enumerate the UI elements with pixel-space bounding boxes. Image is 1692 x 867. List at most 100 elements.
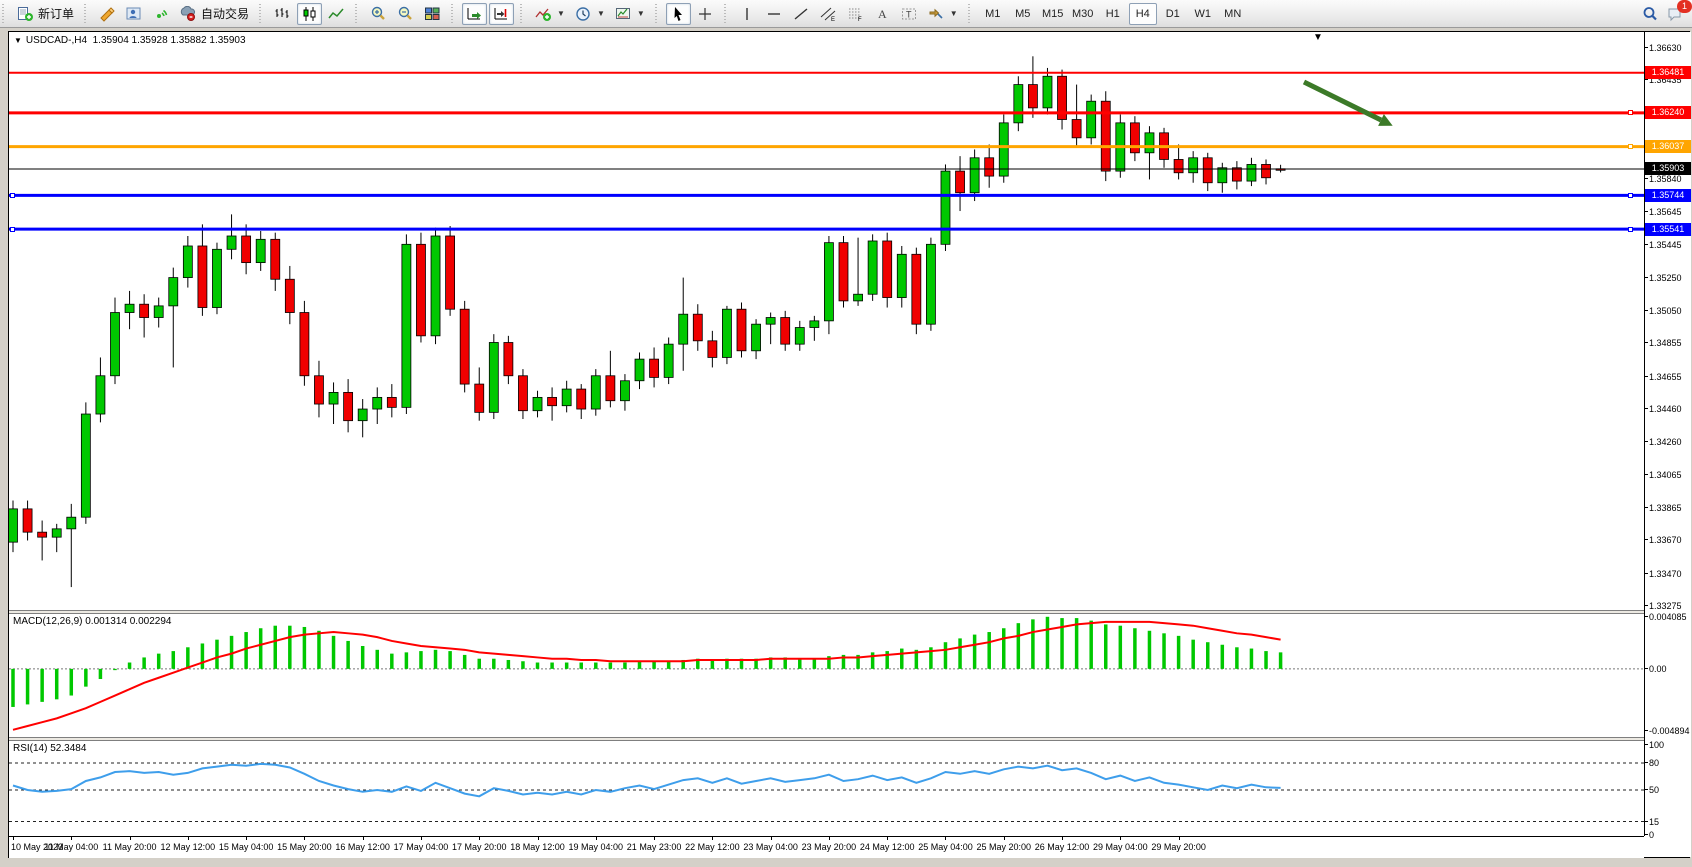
macd-panel[interactable]: MACD(12,26,9) 0.001314 0.002294 — [9, 614, 1644, 737]
notification-badge: 1 — [1677, 0, 1692, 13]
main-toolbar: 新订单 自动交易 ▼ ▼ ▼ E F AT ▼ M1M5M15M30H1H4D1W1MN 1 — [0, 0, 1692, 28]
timeframe-d1[interactable]: D1 — [1159, 3, 1187, 25]
price-line-label: 1.36037 — [1645, 140, 1691, 153]
timeframe-h1[interactable]: H1 — [1099, 3, 1127, 25]
autotrade-icon — [180, 6, 197, 22]
cursor-button[interactable] — [666, 3, 691, 25]
arrows-shapes-button[interactable]: ▼ — [924, 3, 962, 25]
horizontal-line-button[interactable] — [762, 3, 787, 25]
templates-button[interactable]: ▼ — [611, 3, 649, 25]
new-order-icon — [17, 6, 34, 22]
line-handle[interactable] — [10, 193, 15, 198]
price-tick: 1.34460 — [1649, 404, 1682, 414]
tile-windows-button[interactable] — [420, 3, 445, 25]
date-label: 26 May 12:00 — [1035, 842, 1090, 852]
zoom-in-button[interactable] — [366, 3, 391, 25]
candle-chart-button[interactable] — [297, 3, 322, 25]
price-line-label: 1.35903 — [1645, 162, 1691, 175]
new-order-button[interactable]: 新订单 — [13, 3, 78, 25]
dropdown-caret-icon[interactable]: ▼ — [950, 9, 958, 18]
auto-scroll-button[interactable] — [462, 3, 487, 25]
toolbar-grip — [520, 4, 525, 24]
dropdown-caret-icon[interactable]: ▼ — [597, 9, 605, 18]
timeframe-toolbar: M1M5M15M30H1H4D1W1MN — [975, 1, 1251, 27]
date-label: 17 May 04:00 — [394, 842, 449, 852]
auto-scroll-icon — [466, 6, 483, 22]
crosshair-button[interactable] — [693, 3, 718, 25]
date-label: 21 May 23:00 — [627, 842, 682, 852]
rsi-axis-tick: 0 — [1649, 830, 1654, 840]
text-tool-button[interactable]: A — [870, 3, 895, 25]
time-axis[interactable]: 10 May 202311 May 04:0011 May 20:0012 Ma… — [9, 836, 1644, 858]
periods-button[interactable]: ▼ — [571, 3, 609, 25]
line-handle[interactable] — [1628, 227, 1633, 232]
indicators-add-button[interactable]: ▼ — [531, 3, 569, 25]
price-axis[interactable]: 1.366301.364351.358401.356451.354451.352… — [1645, 32, 1691, 857]
timeframe-m15[interactable]: M15 — [1039, 3, 1067, 25]
timeframe-m1[interactable]: M1 — [979, 3, 1007, 25]
line-handle[interactable] — [1628, 110, 1633, 115]
chart-window[interactable]: ▼USDCAD-,H4 1.35904 1.35928 1.35882 1.35… — [8, 31, 1690, 858]
svg-text:F: F — [858, 17, 862, 22]
text-label-tool-button[interactable]: T — [897, 3, 922, 25]
timeframe-m30[interactable]: M30 — [1069, 3, 1097, 25]
zoom-in-icon — [370, 6, 387, 22]
fibonacci-retracement-button[interactable]: F — [843, 3, 868, 25]
price-tick: 1.35840 — [1649, 174, 1682, 184]
bar-chart-button[interactable] — [270, 3, 295, 25]
line-chart-button[interactable] — [324, 3, 349, 25]
tile-windows-icon — [424, 6, 441, 22]
toolbar-grip — [84, 4, 89, 24]
signals-button[interactable] — [149, 3, 174, 25]
date-label: 24 May 12:00 — [860, 842, 915, 852]
timeframe-m5[interactable]: M5 — [1009, 3, 1037, 25]
cursor-icon — [670, 6, 687, 22]
notifications-chat-icon[interactable]: 1 — [1667, 6, 1684, 22]
rsi-axis-tick: 80 — [1649, 758, 1659, 768]
search-icon[interactable] — [1642, 6, 1659, 22]
timeframe-h4[interactable]: H4 — [1129, 3, 1157, 25]
equidistant-channel-button[interactable]: E — [816, 3, 841, 25]
indicators-icon — [535, 6, 552, 22]
price-tick: 1.34065 — [1649, 470, 1682, 480]
zoom-out-button[interactable] — [393, 3, 418, 25]
line-handle[interactable] — [1628, 144, 1633, 149]
chart-collapse-icon[interactable]: ▼ — [14, 36, 22, 45]
price-tick: 1.33865 — [1649, 503, 1682, 513]
rsi-panel[interactable]: RSI(14) 52.3484 — [9, 741, 1644, 836]
date-label: 11 May 20:00 — [103, 842, 157, 852]
window-bottom-strip — [0, 861, 1692, 867]
date-label: 23 May 04:00 — [743, 842, 798, 852]
toolbar-grip — [2, 4, 7, 24]
price-tick: 1.35445 — [1649, 240, 1682, 250]
macd-canvas — [9, 614, 1644, 737]
timeframe-w1[interactable]: W1 — [1189, 3, 1217, 25]
autotrade-button[interactable]: 自动交易 — [176, 3, 253, 25]
zoom-out-icon — [397, 6, 414, 22]
profiles-button[interactable] — [122, 3, 147, 25]
toolbar-grip — [259, 4, 264, 24]
rsi-label: RSI(14) 52.3484 — [13, 743, 86, 754]
trendline-button[interactable] — [789, 3, 814, 25]
line-handle[interactable] — [1628, 193, 1633, 198]
object-marker-icon[interactable]: ▼ — [1313, 33, 1323, 43]
rsi-axis-tick: 50 — [1649, 785, 1659, 795]
chart-shift-button[interactable] — [489, 3, 514, 25]
line-handle[interactable] — [10, 227, 15, 232]
price-tick: 1.33275 — [1649, 601, 1682, 611]
timeframe-mn[interactable]: MN — [1219, 3, 1247, 25]
autotrade-label: 自动交易 — [201, 5, 249, 22]
styler-button[interactable] — [95, 3, 120, 25]
shapes-icon — [928, 6, 945, 22]
dropdown-caret-icon[interactable]: ▼ — [557, 9, 565, 18]
svg-text:E: E — [831, 17, 835, 22]
fibo-icon: F — [847, 6, 864, 22]
date-label: 19 May 04:00 — [569, 842, 624, 852]
date-label: 29 May 04:00 — [1093, 842, 1148, 852]
vertical-line-button[interactable] — [735, 3, 760, 25]
macd-axis-tick: -0.004894 — [1649, 726, 1690, 736]
dropdown-caret-icon[interactable]: ▼ — [637, 9, 645, 18]
chart-shift-icon — [493, 6, 510, 22]
label-icon: T — [901, 6, 918, 22]
main-chart-plot[interactable]: ▼ — [9, 32, 1644, 610]
